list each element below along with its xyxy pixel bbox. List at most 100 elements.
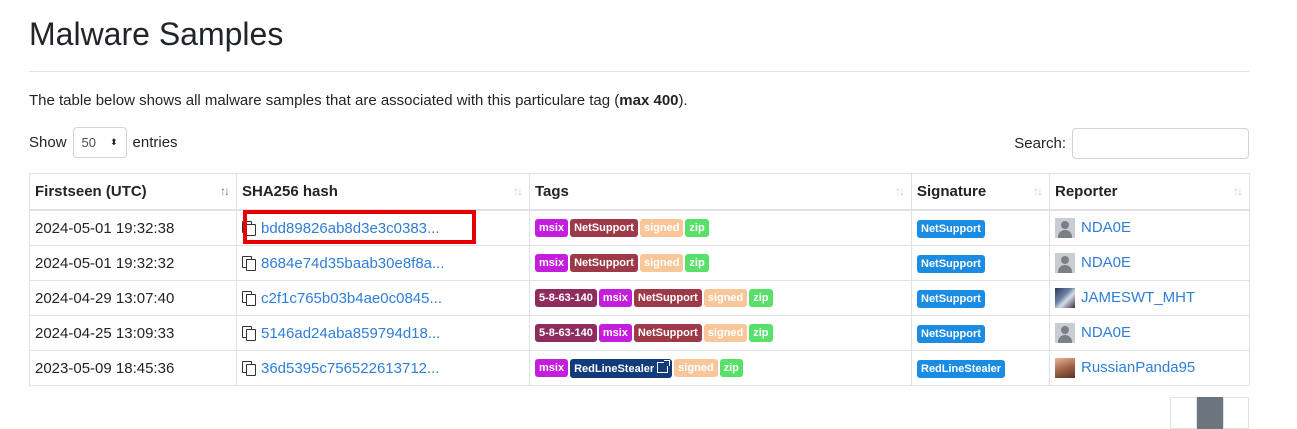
column-header-tags[interactable]: Tags ↑↓ xyxy=(529,173,912,211)
tag-label: msix xyxy=(539,257,565,270)
tag-badge[interactable]: zip xyxy=(685,254,709,273)
copy-icon[interactable] xyxy=(242,360,256,376)
column-header-hash[interactable]: SHA256 hash ↑↓ xyxy=(236,173,530,211)
tag-badge[interactable]: 5-8-63-140 xyxy=(535,289,597,308)
tag-badge[interactable]: zip xyxy=(749,324,773,343)
cell-firstseen: 2024-04-29 13:07:40 xyxy=(29,280,237,316)
tag-badge[interactable]: zip xyxy=(685,219,709,238)
cell-signature: RedLineStealer xyxy=(911,350,1050,386)
cell-reporter: JAMESWT_MHT xyxy=(1049,280,1250,316)
signature-badge[interactable]: NetSupport xyxy=(917,324,985,343)
cell-hash: 8684e74d35baab30e8f8a... xyxy=(236,245,530,281)
cell-tags: msix NetSupport signed zip xyxy=(529,209,912,246)
search-label: Search: xyxy=(1014,135,1066,152)
tag-badge[interactable]: signed xyxy=(674,359,718,377)
pagination-page-current[interactable] xyxy=(1196,397,1223,429)
table-row: 2023-05-09 18:45:36 36d5395c756522613712.… xyxy=(29,350,1250,386)
table-row: 2024-04-29 13:07:40 c2f1c765b03b4ae0c0845… xyxy=(29,280,1250,316)
description-text: The table below shows all malware sample… xyxy=(29,92,620,109)
cell-signature: NetSupport xyxy=(911,280,1050,316)
cell-reporter: NDA0E xyxy=(1049,245,1250,281)
tag-label: signed xyxy=(643,222,680,235)
copy-icon[interactable] xyxy=(242,220,256,236)
reporter-link[interactable]: NDA0E xyxy=(1081,254,1131,271)
reporter-link[interactable]: RussianPanda95 xyxy=(1081,359,1195,376)
copy-icon[interactable] xyxy=(242,325,256,341)
tag-badge[interactable]: msix xyxy=(598,324,632,343)
tag-badge[interactable]: RedLineStealer xyxy=(570,358,673,378)
table-row: 2024-05-01 19:32:32 8684e74d35baab30e8f8a… xyxy=(29,245,1250,281)
tag-label: signed xyxy=(643,257,680,270)
copy-icon[interactable] xyxy=(242,290,256,306)
tag-badge[interactable]: NetSupport xyxy=(633,324,702,343)
tag-badge[interactable]: zip xyxy=(749,289,773,308)
hash-link[interactable]: 36d5395c756522613712... xyxy=(261,360,440,377)
length-menu: Show 50 ⬍ entries xyxy=(29,127,178,158)
tag-label: msix xyxy=(539,222,565,235)
tag-badge[interactable]: NetSupport xyxy=(570,219,638,238)
hash-link[interactable]: 5146ad24aba859794d18... xyxy=(261,325,440,342)
tag-badge[interactable]: signed xyxy=(703,324,748,343)
title-divider xyxy=(29,71,1249,72)
cell-firstseen: 2024-05-01 19:32:38 xyxy=(29,209,237,246)
tag-label: NetSupport xyxy=(574,257,634,270)
reporter-link[interactable]: NDA0E xyxy=(1081,219,1131,236)
reporter-link[interactable]: JAMESWT_MHT xyxy=(1081,289,1195,306)
table-row: 2024-04-25 13:09:33 5146ad24aba859794d18.… xyxy=(29,315,1250,351)
table-header-row: Firstseen (UTC) ↑↓ SHA256 hash ↑↓ Tags ↑↓ S… xyxy=(29,173,1250,211)
search-input[interactable] xyxy=(1072,128,1249,159)
tag-label: NetSupport xyxy=(637,292,698,305)
column-header-firstseen[interactable]: Firstseen (UTC) ↑↓ xyxy=(29,173,237,211)
copy-icon[interactable] xyxy=(242,255,256,271)
tag-badge[interactable]: signed xyxy=(703,289,748,308)
signature-badge[interactable]: RedLineStealer xyxy=(917,359,1006,378)
page-title: Malware Samples xyxy=(29,16,284,52)
select-arrows-icon: ⬍ xyxy=(109,137,118,147)
tag-badge[interactable]: zip xyxy=(719,359,743,377)
cell-hash: 5146ad24aba859794d18... xyxy=(236,315,530,351)
column-header-signature[interactable]: Signature ↑↓ xyxy=(911,173,1050,211)
tag-badge[interactable]: msix xyxy=(598,289,632,308)
sort-icon: ↑↓ xyxy=(895,184,905,198)
pagination-previous[interactable] xyxy=(1170,397,1197,429)
external-link-icon xyxy=(657,359,671,373)
column-header-reporter[interactable]: Reporter ↑↓ xyxy=(1049,173,1250,211)
column-label: Firstseen (UTC) xyxy=(35,183,147,200)
pagination-next[interactable] xyxy=(1222,397,1249,429)
sort-icon: ↑↓ xyxy=(220,184,230,198)
show-label: Show xyxy=(29,134,67,151)
tag-badge[interactable]: signed xyxy=(639,219,684,238)
hash-link[interactable]: 8684e74d35baab30e8f8a... xyxy=(261,255,445,272)
tag-badge[interactable]: msix xyxy=(535,359,569,377)
reporter-link[interactable]: NDA0E xyxy=(1081,324,1131,341)
signature-badge[interactable]: NetSupport xyxy=(917,289,985,308)
tag-badge[interactable]: NetSupport xyxy=(570,254,638,273)
tag-label: signed xyxy=(707,327,744,340)
cell-signature: NetSupport xyxy=(911,209,1050,246)
avatar xyxy=(1055,253,1075,273)
page-description: The table below shows all malware sample… xyxy=(29,92,688,109)
table-row: 2024-05-01 19:32:38 bdd89826ab8d3e3c0383.… xyxy=(29,209,1250,246)
signature-badge[interactable]: NetSupport xyxy=(917,219,985,238)
tag-label: zip xyxy=(753,327,769,340)
tag-badge[interactable]: signed xyxy=(639,254,684,273)
entries-select[interactable]: 50 ⬍ xyxy=(72,127,127,158)
avatar xyxy=(1055,358,1075,378)
samples-table: Firstseen (UTC) ↑↓ SHA256 hash ↑↓ Tags ↑↓ S… xyxy=(29,173,1250,386)
tag-label: signed xyxy=(707,292,744,305)
tag-label: RedLineStealer xyxy=(574,362,655,375)
tag-badge[interactable]: NetSupport xyxy=(633,289,702,308)
hash-link[interactable]: c2f1c765b03b4ae0c0845... xyxy=(261,290,442,307)
tag-badge[interactable]: msix xyxy=(535,254,569,273)
tag-label: NetSupport xyxy=(637,327,698,340)
table-body: 2024-05-01 19:32:38 bdd89826ab8d3e3c0383.… xyxy=(29,209,1250,386)
hash-link[interactable]: bdd89826ab8d3e3c0383... xyxy=(261,220,440,237)
tag-label: zip xyxy=(689,257,705,270)
signature-badge[interactable]: NetSupport xyxy=(917,254,985,273)
cell-firstseen: 2023-05-09 18:45:36 xyxy=(29,350,237,386)
tag-label: zip xyxy=(689,222,705,235)
cell-reporter: NDA0E xyxy=(1049,315,1250,351)
entries-select-value: 50 xyxy=(81,135,96,150)
tag-badge[interactable]: 5-8-63-140 xyxy=(535,324,597,343)
tag-badge[interactable]: msix xyxy=(535,219,569,238)
